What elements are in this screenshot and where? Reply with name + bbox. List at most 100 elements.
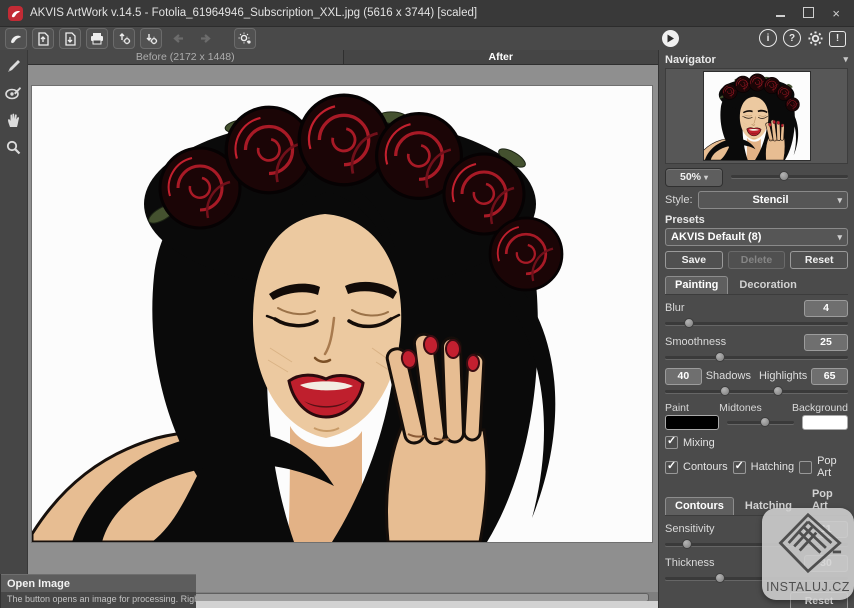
- style-dropdown[interactable]: Stencil ▾: [698, 191, 848, 209]
- toolbar: i ? !: [0, 27, 854, 51]
- blur-slider-knob[interactable]: [684, 318, 694, 328]
- undo-arrow-icon: [172, 33, 185, 44]
- navigator-collapse-icon[interactable]: ▾: [843, 54, 848, 65]
- delete-preset-button[interactable]: Delete: [728, 251, 786, 269]
- shadows-slider-knob[interactable]: [720, 386, 730, 396]
- shadows-label: Shadows: [706, 370, 751, 382]
- zoom-slider[interactable]: [731, 172, 848, 182]
- pencil-icon: [6, 58, 22, 74]
- thickness-slider-knob[interactable]: [715, 573, 725, 583]
- background-label: Background: [792, 402, 848, 414]
- smoothness-slider-knob[interactable]: [715, 352, 725, 362]
- tab-before[interactable]: Before (2172 x 1448): [28, 50, 344, 64]
- check-icon: ✓: [667, 459, 676, 472]
- open-image-button[interactable]: [32, 28, 54, 49]
- reset-preset-button[interactable]: Reset: [790, 251, 848, 269]
- highlights-value[interactable]: 65: [811, 368, 848, 385]
- zoom-level-value: 50%: [680, 171, 701, 183]
- tab-contours[interactable]: Contours: [665, 497, 734, 515]
- style-value: Stencil: [704, 194, 838, 206]
- preview-brush-tool-button[interactable]: [3, 83, 24, 103]
- background-color-swatch[interactable]: [802, 415, 848, 430]
- sensitivity-label: Sensitivity: [665, 523, 715, 535]
- hand-tool-button[interactable]: [3, 110, 24, 130]
- maximize-button[interactable]: [803, 7, 814, 20]
- midtones-slider-knob[interactable]: [760, 417, 770, 427]
- save-preset-button[interactable]: Save: [665, 251, 723, 269]
- check-icon: ✓: [735, 459, 744, 472]
- hand-icon: [6, 112, 21, 128]
- navigator-thumbnail[interactable]: [704, 72, 810, 160]
- hint-title: Open Image: [1, 574, 196, 592]
- chevron-down-icon: ▾: [837, 195, 842, 206]
- app-window: AKVIS ArtWork v.14.5 - Fotolia_61964946_…: [0, 0, 854, 608]
- blur-value[interactable]: 4: [804, 300, 848, 317]
- shadows-value[interactable]: 40: [665, 368, 702, 385]
- smoothness-slider-track[interactable]: [665, 356, 848, 359]
- blur-label: Blur: [665, 302, 685, 314]
- preferences-quick-button[interactable]: [234, 28, 256, 49]
- smoothness-label: Smoothness: [665, 336, 726, 348]
- play-icon: [666, 34, 675, 43]
- image-canvas-area: Before (2172 x 1448) After: [28, 50, 658, 608]
- midtones-slider[interactable]: [727, 418, 794, 428]
- printer-icon: [90, 32, 104, 45]
- popart-checkbox-label: Pop Art: [817, 455, 848, 479]
- zoom-tool-button[interactable]: [3, 137, 24, 157]
- chevron-down-icon: ▾: [837, 232, 842, 243]
- shadows-highlights-slider[interactable]: [665, 387, 848, 397]
- close-button[interactable]: ×: [832, 7, 840, 20]
- help-button[interactable]: ?: [783, 29, 801, 47]
- mixing-checkbox[interactable]: ✓: [665, 436, 678, 449]
- artwork-image[interactable]: [32, 86, 652, 542]
- about-button[interactable]: i: [759, 29, 777, 47]
- shadows-highlights-track[interactable]: [665, 390, 848, 393]
- hatching-checkbox[interactable]: ✓: [733, 461, 746, 474]
- watermark-text: INSTALUJ.CZ: [766, 580, 850, 594]
- tab-painting[interactable]: Painting: [665, 276, 728, 294]
- akvis-home-button[interactable]: [5, 28, 27, 49]
- undo-button[interactable]: [167, 28, 189, 49]
- print-button[interactable]: [86, 28, 108, 49]
- redo-button[interactable]: [194, 28, 216, 49]
- exclamation-icon: !: [836, 33, 839, 44]
- contours-checkbox-label: Contours: [683, 461, 728, 473]
- chevron-down-icon: ▾: [704, 173, 708, 182]
- presets-label: Presets: [665, 214, 848, 226]
- tool-panel: [0, 50, 28, 608]
- save-image-button[interactable]: [59, 28, 81, 49]
- popart-checkbox[interactable]: [799, 461, 812, 474]
- pencil-tool-button[interactable]: [3, 56, 24, 76]
- thickness-label: Thickness: [665, 557, 715, 569]
- smoothness-slider[interactable]: [665, 353, 848, 363]
- presets-dropdown[interactable]: AKVIS Default (8) ▾: [665, 228, 848, 246]
- zoom-slider-knob[interactable]: [779, 171, 789, 181]
- zoom-level-dropdown[interactable]: 50% ▾: [665, 168, 723, 187]
- import-preset-icon: [118, 32, 131, 45]
- hatching-checkbox-label: Hatching: [751, 461, 794, 473]
- gears-icon: [238, 32, 252, 45]
- run-processing-button[interactable]: [662, 30, 679, 47]
- tab-decoration[interactable]: Decoration: [730, 277, 805, 294]
- paint-color-swatch[interactable]: [665, 415, 719, 430]
- highlights-slider-knob[interactable]: [773, 386, 783, 396]
- maximize-icon: [803, 7, 814, 18]
- midtones-label: Midtones: [689, 402, 792, 414]
- export-preset-icon: [145, 32, 158, 45]
- zoom-slider-track[interactable]: [731, 175, 848, 178]
- navigator-preview[interactable]: [665, 68, 848, 164]
- sensitivity-slider-knob[interactable]: [682, 539, 692, 549]
- style-label: Style:: [665, 194, 693, 206]
- import-presets-button[interactable]: [113, 28, 135, 49]
- minimize-button[interactable]: [776, 7, 785, 20]
- akvis-swirl-icon: [9, 32, 23, 46]
- feedback-button[interactable]: !: [829, 31, 846, 47]
- settings-button[interactable]: [807, 30, 823, 46]
- export-presets-button[interactable]: [140, 28, 162, 49]
- blur-slider[interactable]: [665, 319, 848, 329]
- tab-after[interactable]: After: [344, 50, 659, 64]
- open-file-icon: [37, 32, 50, 46]
- smoothness-value[interactable]: 25: [804, 334, 848, 351]
- contours-checkbox[interactable]: ✓: [665, 461, 678, 474]
- highlights-label: Highlights: [759, 370, 807, 382]
